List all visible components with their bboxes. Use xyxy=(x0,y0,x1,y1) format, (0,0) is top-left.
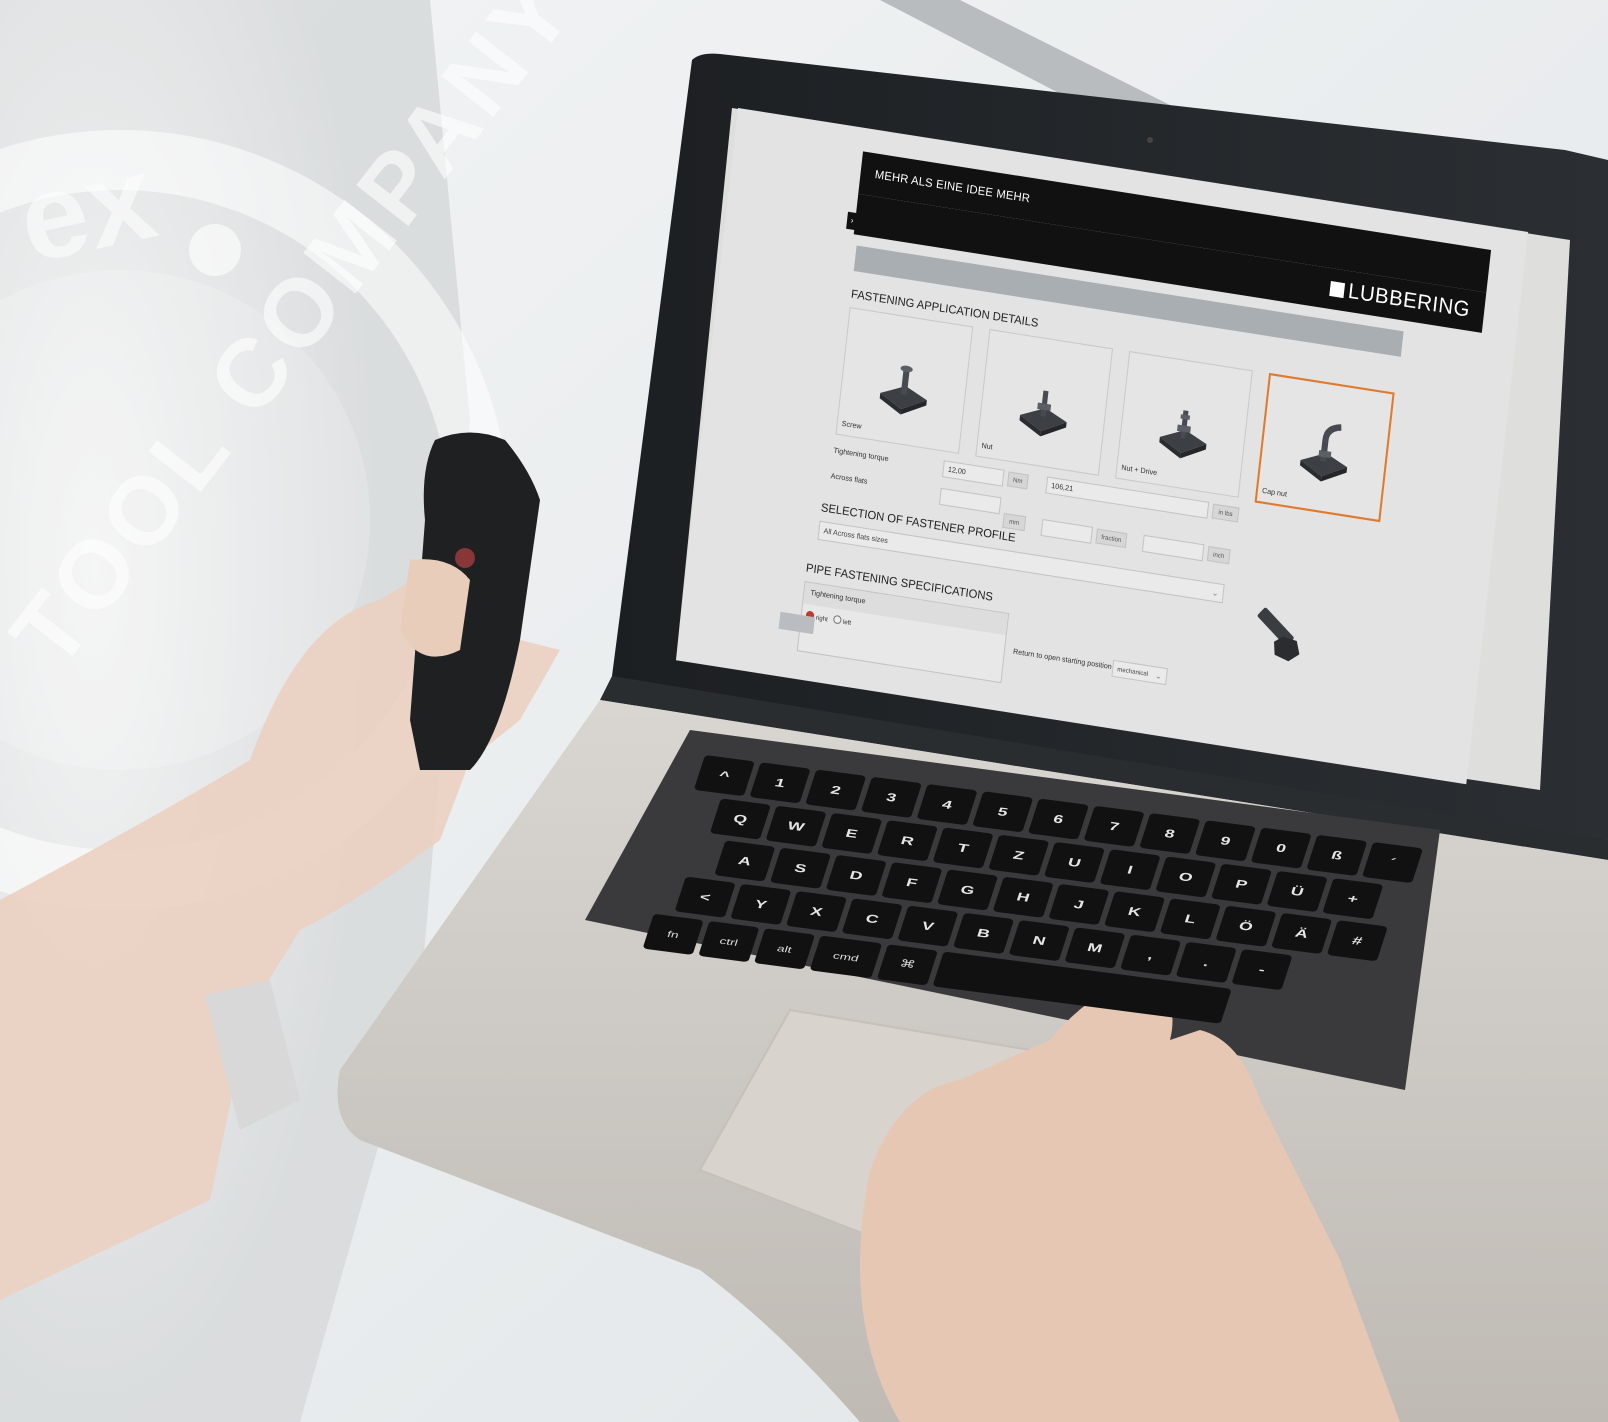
key-q-4[interactable]: T xyxy=(932,827,994,869)
radio-left[interactable] xyxy=(832,614,842,625)
key-y-2[interactable]: X xyxy=(785,891,848,933)
key-a-8[interactable]: L xyxy=(1159,898,1221,940)
key-y-3[interactable]: C xyxy=(841,898,903,940)
key-num-5[interactable]: 5 xyxy=(972,791,1034,833)
key-y-7[interactable]: M xyxy=(1064,927,1126,969)
return-chevron-icon: ⌄ xyxy=(1154,670,1163,682)
key-q-6[interactable]: U xyxy=(1043,841,1105,884)
key-num-11[interactable]: ß xyxy=(1306,834,1368,876)
return-position-value: mechanical xyxy=(1116,666,1149,679)
tightening-torque-label: Tightening torque xyxy=(833,447,889,464)
key-num-2[interactable]: 2 xyxy=(805,769,867,811)
key-q-1[interactable]: W xyxy=(765,805,827,847)
key-num-10[interactable]: 0 xyxy=(1250,827,1312,869)
tightening-torque-unit-2[interactable]: in lbs xyxy=(1211,503,1240,523)
key-num-12[interactable]: ´ xyxy=(1361,842,1424,884)
key-ctrl[interactable]: ctrl xyxy=(698,920,760,963)
tile-screw-label: Screw xyxy=(841,420,862,431)
key-q-3[interactable]: R xyxy=(876,820,938,862)
key-y-5[interactable]: B xyxy=(953,912,1015,955)
key-num-0[interactable]: ^ xyxy=(693,755,755,797)
key-num-4[interactable]: 4 xyxy=(916,784,978,826)
key-q-2[interactable]: E xyxy=(821,812,883,855)
nut-drive-icon xyxy=(1159,410,1207,459)
key-y-8[interactable]: , xyxy=(1120,934,1182,976)
key-y-10[interactable]: - xyxy=(1231,949,1293,991)
key-q-5[interactable]: Z xyxy=(988,834,1050,876)
key-num-6[interactable]: 6 xyxy=(1027,798,1089,840)
tightening-torque-unit[interactable]: Nm xyxy=(1006,471,1029,490)
key-a-11[interactable]: # xyxy=(1326,920,1388,962)
key-a-2[interactable]: D xyxy=(825,854,887,897)
profile-select[interactable]: All Across flats sizes ⌄ xyxy=(817,520,1225,604)
return-position-select[interactable]: mechanical ⌄ xyxy=(1111,659,1168,686)
key-cmd-symbol[interactable]: ⌘ xyxy=(876,944,938,986)
tile-screw[interactable]: Screw xyxy=(835,307,974,454)
key-num-7[interactable]: 7 xyxy=(1083,805,1145,847)
key-cmd[interactable]: cmd xyxy=(809,935,883,979)
key-num-9[interactable]: 9 xyxy=(1194,820,1257,862)
tile-cap-nut-label: Cap nut xyxy=(1261,487,1288,499)
key-q-8[interactable]: O xyxy=(1155,856,1217,898)
key-q-10[interactable]: Ü xyxy=(1266,870,1328,913)
across-flats-input-mm[interactable] xyxy=(938,487,1002,515)
key-a-6[interactable]: J xyxy=(1048,883,1110,926)
across-flats-input-fraction[interactable] xyxy=(1040,518,1094,544)
key-a-9[interactable]: Ö xyxy=(1215,905,1277,947)
across-flats-input-inch[interactable] xyxy=(1141,534,1205,562)
tightening-torque-input[interactable]: 12,00 xyxy=(941,460,1005,487)
key-y-4[interactable]: V xyxy=(897,905,959,947)
nut-icon xyxy=(1019,390,1067,437)
profile-select-value: All Across flats sizes xyxy=(823,527,889,546)
tile-nut[interactable]: Nut xyxy=(975,329,1114,476)
key-a-10[interactable]: Ä xyxy=(1271,912,1333,955)
key-q-0[interactable]: Q xyxy=(709,798,771,840)
key-a-0[interactable]: A xyxy=(714,840,776,882)
key-q-9[interactable]: P xyxy=(1210,863,1273,905)
key-y-1[interactable]: Y xyxy=(730,883,792,926)
across-flats-label: Across flats xyxy=(830,472,868,486)
tile-nut-drive-label: Nut + Drive xyxy=(1120,464,1158,478)
tile-nut-label: Nut xyxy=(981,442,993,452)
key-alt[interactable]: alt xyxy=(753,928,816,970)
key-a-1[interactable]: S xyxy=(769,847,832,889)
key-a-7[interactable]: K xyxy=(1104,891,1166,933)
key-num-8[interactable]: 8 xyxy=(1139,813,1201,855)
key-fn[interactable]: fn xyxy=(642,913,704,955)
photo-scene: ex TOOL COMPANY ^ 1 2 3 4 5 6 7 8 9 0 ß ´ QWERTZUIOP… xyxy=(0,0,1608,1422)
key-y-0[interactable]: < xyxy=(674,876,736,918)
key-a-3[interactable]: F xyxy=(881,862,943,904)
key-q-7[interactable]: I xyxy=(1099,849,1161,891)
cap-nut-icon xyxy=(1299,424,1348,482)
key-num-1[interactable]: 1 xyxy=(749,762,811,804)
key-y-6[interactable]: N xyxy=(1008,920,1070,962)
across-flats-unit-fraction[interactable]: fraction xyxy=(1095,528,1128,549)
key-y-9[interactable]: . xyxy=(1175,941,1237,984)
key-q-11[interactable]: + xyxy=(1322,878,1384,920)
chevron-down-icon: ⌄ xyxy=(1211,587,1220,599)
radio-right-label: right xyxy=(815,615,829,624)
bolt-icon xyxy=(1257,607,1300,662)
key-a-4[interactable]: G xyxy=(937,869,999,911)
tile-cap-nut[interactable]: Cap nut xyxy=(1254,372,1395,523)
key-num-3[interactable]: 3 xyxy=(860,776,922,818)
brand-mark-icon xyxy=(1329,281,1346,299)
radio-left-label: left xyxy=(842,619,852,628)
tile-nut-drive[interactable]: Nut + Drive xyxy=(1115,350,1253,498)
screw-icon xyxy=(879,365,927,415)
key-a-5[interactable]: H xyxy=(992,876,1054,918)
across-flats-unit-inch[interactable]: inch xyxy=(1206,546,1231,565)
across-flats-unit-mm[interactable]: mm xyxy=(1002,512,1027,532)
return-position-label: Return to open starting position xyxy=(1012,648,1113,672)
